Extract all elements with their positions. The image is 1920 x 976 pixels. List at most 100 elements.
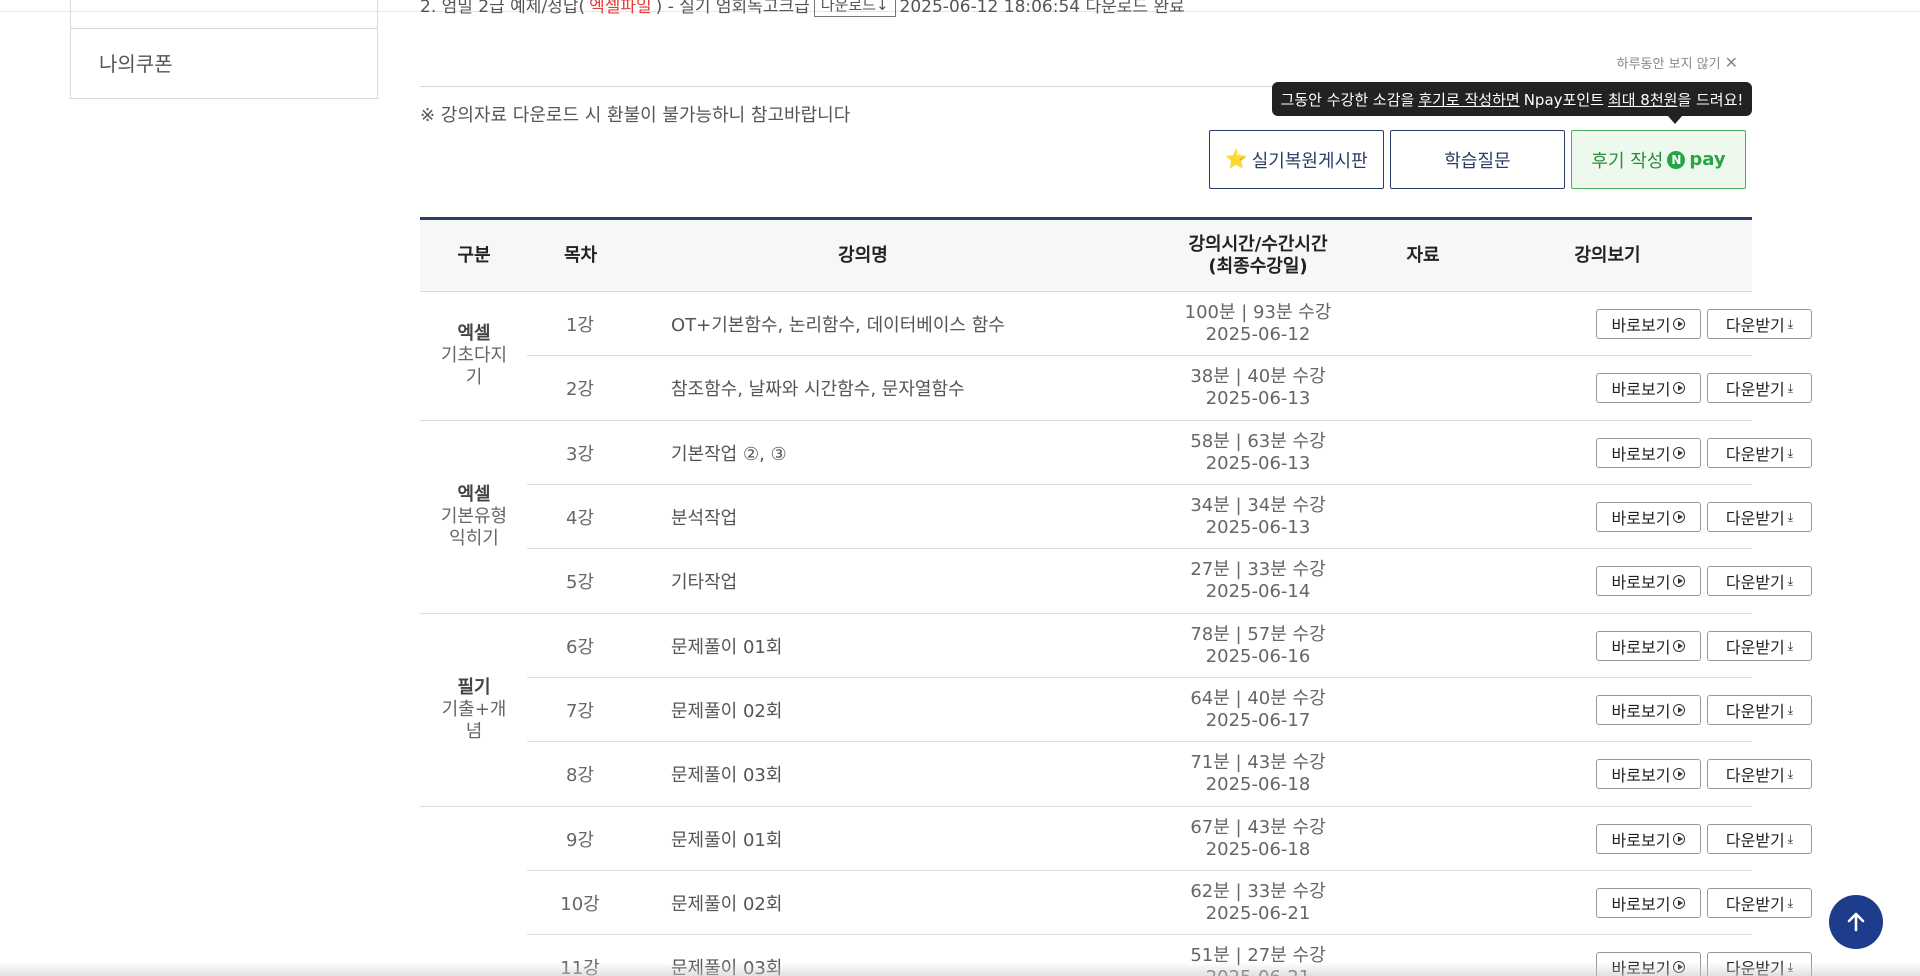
download-label: 다운받기: [1725, 509, 1785, 528]
download-icon: ⤓: [1787, 573, 1794, 588]
watch-button[interactable]: 바로보기: [1596, 759, 1701, 789]
watch-button[interactable]: 바로보기: [1596, 309, 1701, 339]
lecture-title[interactable]: 참조함수, 날짜와 시간함수, 문자열함수: [671, 356, 965, 420]
hide-today-button[interactable]: 하루동안 보지 않기 ✕: [1617, 53, 1738, 72]
table-body: 엑셀 기초다지기 1강 OT+기본함수, 논리함수, 데이터베이스 함수 100분 | …: [420, 292, 1812, 976]
play-icon: [1673, 575, 1686, 587]
watch-button[interactable]: 바로보기: [1596, 438, 1701, 468]
download-label: 다운받기: [1725, 895, 1785, 914]
play-icon: [1673, 447, 1686, 459]
download-button[interactable]: 다운받기⤓: [1707, 309, 1812, 339]
lecture-number: 1강: [565, 315, 594, 336]
tooltip-text-3: Npay포인트: [1523, 90, 1604, 109]
table-row: 3강 기본작업 ②, ③ 58분 | 63분 수강 2025-06-13 바로보기 다운받…: [527, 421, 1812, 485]
lecture-duration: 62분 | 33분 수강: [1190, 881, 1326, 902]
download-icon: ⤓: [1787, 380, 1794, 395]
tooltip-arrow: [1668, 116, 1682, 124]
sidebar-item-coupons[interactable]: 나의쿠폰: [99, 48, 173, 77]
lecture-title[interactable]: 문제풀이 03회: [671, 742, 782, 806]
tooltip-text-2: 후기로 작성하면: [1418, 90, 1520, 109]
download-button[interactable]: 다운받기⤓: [1707, 373, 1812, 403]
table-row: 7강 문제풀이 02회 64분 | 40분 수강 2025-06-17 바로보기 다운받기…: [527, 678, 1812, 742]
lecture-time: 64분 | 40분 수강 2025-06-17: [1133, 678, 1383, 742]
bottom-shade: [0, 962, 1920, 976]
lecture-title[interactable]: 문제풀이 02회: [671, 871, 782, 935]
lecture-group: 9강 문제풀이 01회 67분 | 43분 수강 2025-06-18 바로보기 다운받기…: [420, 807, 1812, 976]
download-button[interactable]: 다운받기⤓: [1707, 888, 1812, 918]
group-label: [420, 807, 528, 976]
lecture-time: 67분 | 43분 수강 2025-06-18: [1133, 807, 1383, 871]
lecture-duration: 27분 | 33분 수강: [1190, 559, 1326, 580]
lecture-number: 9강: [565, 830, 594, 851]
lecture-group: 엑셀 기본유형익히기 3강 기본작업 ②, ③ 58분 | 63분 수강 2025-06-…: [420, 421, 1812, 614]
lecture-title[interactable]: OT+기본함수, 논리함수, 데이터베이스 함수: [671, 292, 1005, 356]
download-label: 다운받기: [1725, 573, 1785, 592]
download-button[interactable]: 다운받기⤓: [1707, 759, 1812, 789]
lecture-number: 10강: [560, 894, 600, 915]
watch-button[interactable]: 바로보기: [1596, 631, 1701, 661]
download-icon: ⤓: [1787, 831, 1794, 846]
download-button[interactable]: 다운받기⤓: [1707, 566, 1812, 596]
lecture-number: 3강: [565, 444, 594, 465]
download-icon: ⤓: [1787, 316, 1794, 331]
scroll-top-button[interactable]: [1829, 895, 1883, 949]
hide-today-label: 하루동안 보지 않기: [1616, 57, 1721, 72]
study-question-label: 학습질문: [1444, 150, 1511, 172]
lecture-title[interactable]: 문제풀이 02회: [671, 678, 782, 742]
study-question-button[interactable]: 학습질문: [1390, 130, 1565, 189]
close-icon[interactable]: ✕: [1725, 53, 1738, 72]
lecture-title[interactable]: 문제풀이 01회: [671, 807, 782, 871]
table-row: 5강 기타작업 27분 | 33분 수강 2025-06-14 바로보기 다운받기 ⤓: [527, 549, 1812, 613]
lecture-time: 62분 | 33분 수강 2025-06-21: [1133, 871, 1383, 935]
lecture-title[interactable]: 문제풀이 01회: [671, 614, 782, 678]
download-button[interactable]: 다운받기⤓: [1707, 695, 1812, 725]
material-title-red: 엑셀파일: [589, 0, 652, 17]
play-icon: [1673, 640, 1686, 652]
table-row: 4강 분석작업 34분 | 34분 수강 2025-06-13 바로보기 다운받기 ⤓: [527, 485, 1812, 549]
download-button[interactable]: 다운받기⤓: [1707, 631, 1812, 661]
download-icon: ⤓: [1787, 445, 1794, 460]
play-icon: [1673, 318, 1686, 330]
lecture-duration: 64분 | 40분 수강: [1190, 688, 1326, 709]
watch-label: 바로보기: [1611, 573, 1671, 592]
lecture-time: 34분 | 34분 수강 2025-06-13: [1133, 485, 1383, 549]
material-download-button[interactable]: 다운로드↓: [813, 0, 896, 17]
download-button[interactable]: 다운받기⤓: [1707, 824, 1812, 854]
watch-label: 바로보기: [1611, 445, 1671, 464]
download-button[interactable]: 다운받기⤓: [1707, 438, 1812, 468]
group-label-text: 기출+개념: [441, 699, 507, 742]
table-row: 9강 문제풀이 01회 67분 | 43분 수강 2025-06-18 바로보기 다운받기…: [527, 807, 1812, 871]
download-icon: ⤓: [1787, 895, 1794, 910]
table-header: 구분 목차 강의명 강의시간/수간시간 (최종수강일) 자료 강의보기: [420, 220, 1752, 292]
lecture-number: 4강: [565, 508, 594, 529]
lecture-last-date: 2025-06-13: [1205, 388, 1311, 409]
sidebar-divider: [71, 28, 377, 29]
watch-label: 바로보기: [1611, 509, 1671, 528]
lecture-duration: 67분 | 43분 수강: [1190, 817, 1326, 838]
material-title-prefix: 2. 엄밀 2급 예제/정답(: [420, 0, 586, 17]
lecture-last-date: 2025-06-14: [1205, 581, 1311, 602]
header-time-line2: (최종수강일): [1208, 256, 1308, 277]
star-icon: ⭐: [1225, 149, 1248, 170]
lecture-title[interactable]: 기본작업 ②, ③: [671, 421, 787, 485]
group-label: 필기 기출+개념: [420, 614, 528, 806]
watch-button[interactable]: 바로보기: [1596, 824, 1701, 854]
lecture-title[interactable]: 분석작업: [671, 485, 737, 549]
play-icon: [1673, 768, 1686, 780]
material-download-line: 2. 엄밀 2급 예제/정답(엑셀파일) - 실기 엄회독고크급 다운로드↓ 2…: [420, 0, 1185, 22]
table-row: 1강 OT+기본함수, 논리함수, 데이터베이스 함수 100분 | 93분 수강 2…: [527, 292, 1812, 356]
write-review-button[interactable]: 후기 작성 N pay: [1571, 130, 1746, 189]
watch-button[interactable]: 바로보기: [1596, 373, 1701, 403]
watch-button[interactable]: 바로보기: [1596, 502, 1701, 532]
watch-button[interactable]: 바로보기: [1596, 695, 1701, 725]
watch-button[interactable]: 바로보기: [1596, 566, 1701, 596]
download-button[interactable]: 다운받기⤓: [1707, 502, 1812, 532]
watch-label: 바로보기: [1611, 638, 1671, 657]
table-row: 2강 참조함수, 날짜와 시간함수, 문자열함수 38분 | 40분 수강 2025-…: [527, 356, 1812, 420]
watch-button[interactable]: 바로보기: [1596, 888, 1701, 918]
lecture-title[interactable]: 기타작업: [671, 549, 737, 613]
download-icon: ⤓: [1787, 638, 1794, 653]
watch-label: 바로보기: [1611, 831, 1671, 850]
exam-board-button[interactable]: ⭐ 실기복원게시판: [1209, 130, 1384, 189]
download-label: 다운받기: [1725, 316, 1785, 335]
